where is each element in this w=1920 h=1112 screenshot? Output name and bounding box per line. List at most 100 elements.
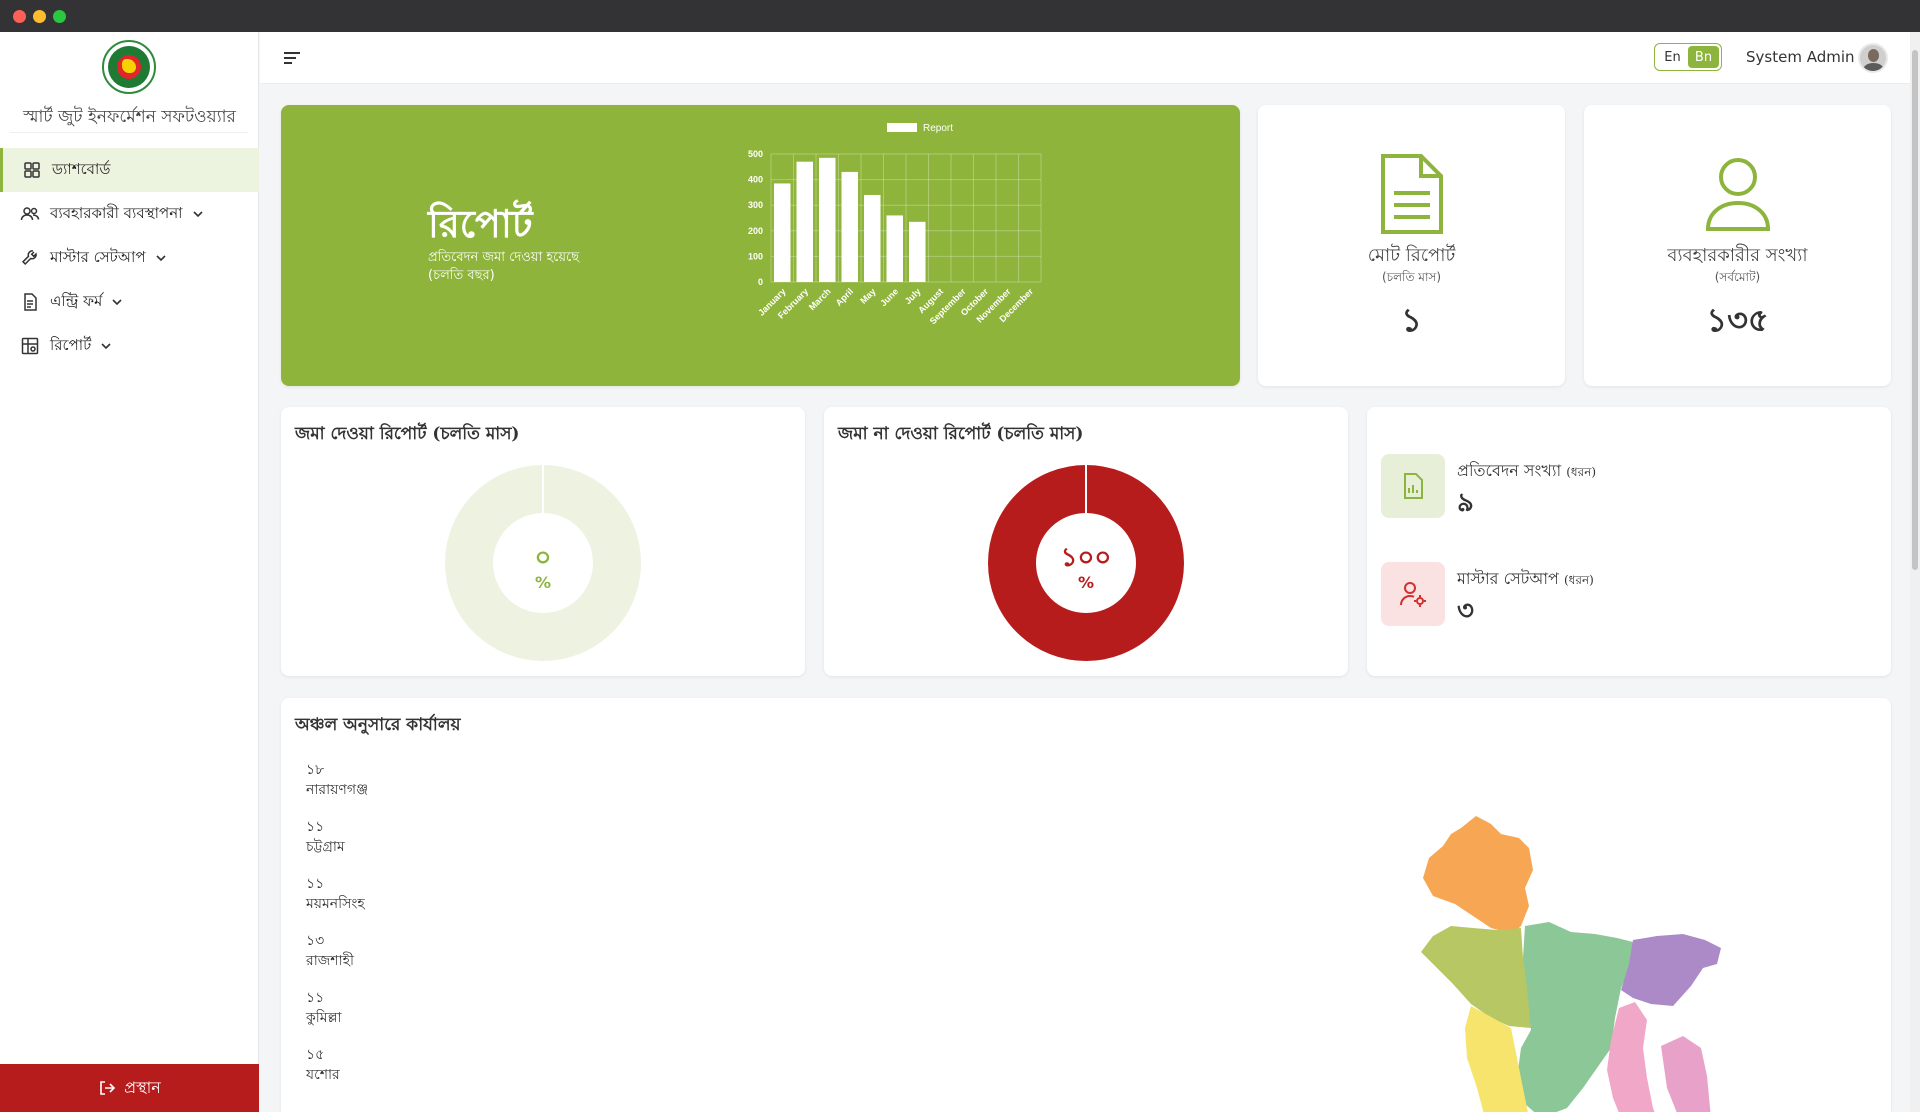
type-counts-card: প্রতিবেদন সংখ্যা (ধরন) ৯ মাস্টার সেটআপ (… — [1367, 407, 1891, 676]
logout-label: প্রস্থান — [124, 1077, 161, 1097]
wrench-icon — [21, 250, 37, 266]
avatar[interactable] — [1858, 43, 1888, 73]
sidebar-item-user-management[interactable]: ব্যবহারকারী ব্যবস্থাপনা — [0, 192, 259, 236]
donut-percent-sign: % — [1077, 573, 1095, 592]
user-name[interactable]: System Admin — [1746, 48, 1855, 66]
list-item: ১৩ রাজশাহী — [306, 931, 368, 988]
master-setup-icon-box — [1381, 562, 1445, 626]
window-titlebar — [0, 0, 1920, 32]
user-settings-icon — [1400, 582, 1426, 607]
x-tick-label: July — [903, 286, 923, 306]
app-window: স্মার্ট জুট ইনফর্মেশন সফটওয়্যার ড্যাশবো… — [0, 0, 1920, 1112]
sidebar-item-label: এন্ট্রি ফর্ম — [50, 291, 103, 310]
donut-title: জমা না দেওয়া রিপোর্ট (চলতি মাস) — [838, 424, 1084, 444]
region-count: ১৫ — [306, 1047, 325, 1063]
report-icon — [21, 337, 39, 355]
y-tick-label: 0 — [758, 277, 763, 287]
lang-bn-option[interactable]: Bn — [1688, 46, 1719, 68]
bar — [886, 215, 903, 282]
list-item: ১১ কুমিল্লা — [306, 988, 368, 1045]
stat-note: (চলতি মাস) — [1381, 270, 1442, 284]
master-setup-row: মাস্টার সেটআপ (ধরন) ৩ — [1381, 562, 1861, 628]
close-window-button[interactable] — [13, 10, 26, 23]
document-icon — [1381, 154, 1443, 234]
donut-title: জমা দেওয়া রিপোর্ট (চলতি মাস) — [295, 424, 520, 444]
sidebar-item-dashboard[interactable]: ড্যাশবোর্ড — [0, 148, 259, 192]
map-region-sylhet[interactable] — [1621, 934, 1721, 1006]
list-item: ১১ চট্টগ্রাম — [306, 817, 368, 874]
sidebar-item-label: ড্যাশবোর্ড — [52, 159, 111, 178]
sidebar-item-master-setup[interactable]: মাস্টার সেটআপ — [0, 236, 259, 280]
list-item: ১১ ময়মনসিংহ — [306, 874, 368, 931]
sidebar-item-report[interactable]: রিপোর্ট — [0, 324, 259, 368]
region-count: ১১ — [306, 876, 325, 892]
grid-icon — [24, 162, 40, 178]
region-count: ১১ — [306, 819, 325, 835]
sidebar-item-label: মাস্টার সেটআপ — [50, 247, 146, 266]
sidebar-item-entry-form[interactable]: এন্ট্রি ফর্ম — [0, 280, 259, 324]
bangladesh-division-map[interactable] — [1421, 808, 1761, 1112]
x-tick-label: April — [834, 286, 856, 308]
list-item: ১৮ নারায়ণগঞ্জ — [306, 760, 368, 817]
sidebar-item-label: রিপোর্ট — [50, 335, 92, 354]
spreadsheet-icon — [1404, 473, 1423, 499]
sidebar-item-label: ব্যবহারকারী ব্যবস্থাপনা — [50, 203, 183, 222]
stat-note: (সর্বমোট) — [1714, 270, 1761, 284]
bar — [774, 183, 791, 282]
legend-swatch — [887, 123, 917, 132]
region-list: ১৮ নারায়ণগঞ্জ ১১ চট্টগ্রাম ১১ ময়মনসিংহ… — [306, 760, 368, 1102]
app-name: স্মার্ট জুট ইনফর্মেশন সফটওয়্যার — [23, 107, 236, 127]
count-label: প্রতিবেদন সংখ্যা (ধরন) — [1457, 461, 1597, 480]
report-card-subtitle: প্রতিবেদন জমা দেওয়া হয়েছে (চলতি বছর) — [428, 250, 580, 283]
report-summary-card: রিপোর্ট প্রতিবেদন জমা দেওয়া হয়েছে (চলত… — [281, 105, 1240, 386]
chevron-down-icon — [192, 211, 203, 218]
chevron-down-icon — [101, 343, 111, 350]
x-tick-label: June — [878, 286, 900, 308]
topbar: En Bn System Admin — [260, 32, 1920, 84]
bar — [864, 194, 881, 282]
maximize-window-button[interactable] — [53, 10, 66, 23]
region-count: ১১ — [306, 990, 325, 1006]
chevron-down-icon — [112, 299, 122, 306]
logout-icon — [100, 1081, 116, 1095]
users-icon — [20, 207, 40, 221]
region-name: কুমিল্লা — [306, 1010, 342, 1026]
minimize-window-button[interactable] — [33, 10, 46, 23]
government-logo — [102, 40, 156, 94]
bar — [841, 171, 858, 282]
sidebar-nav: ড্যাশবোর্ড ব্যবহারকারী ব্যবস্থাপনা মাস্ট… — [0, 148, 259, 368]
x-tick-label: March — [807, 286, 833, 312]
page-scrollbar[interactable] — [1910, 32, 1920, 1112]
bar — [909, 221, 926, 282]
count-value: ৯ — [1457, 488, 1474, 518]
report-types-row: প্রতিবেদন সংখ্যা (ধরন) ৯ — [1381, 454, 1861, 520]
submitted-donut-chart: ০ % — [445, 465, 641, 661]
user-count-card: ব্যবহারকারীর সংখ্যা (সর্বমোট) ১৩৫ — [1584, 105, 1891, 386]
document-icon — [24, 293, 37, 311]
region-name: চট্টগ্রাম — [306, 839, 345, 855]
sidebar-divider — [10, 132, 248, 133]
region-name: যশোর — [306, 1067, 340, 1083]
map-region-rangpur[interactable] — [1423, 816, 1533, 934]
y-tick-label: 500 — [748, 149, 763, 159]
submitted-report-card: জমা দেওয়া রিপোর্ট (চলতি মাস) ০ % — [281, 407, 805, 676]
not-submitted-donut-chart: ১০০ % — [988, 465, 1184, 661]
region-name: ময়মনসিংহ — [306, 896, 365, 912]
count-value: ৩ — [1457, 596, 1474, 626]
total-report-card: মোট রিপোর্ট (চলতি মাস) ১ — [1258, 105, 1565, 386]
stat-label: মোট রিপোর্ট — [1367, 245, 1456, 266]
menu-toggle-icon[interactable] — [282, 48, 302, 68]
donut-percent-sign: % — [534, 573, 552, 592]
stat-value: ১৩৫ — [1706, 301, 1769, 339]
legend-label: Report — [923, 123, 953, 134]
lang-en-option[interactable]: En — [1657, 46, 1688, 68]
map-region-barishal[interactable] — [1661, 1036, 1711, 1112]
region-name: রাজশাহী — [306, 953, 354, 969]
logout-button[interactable]: প্রস্থান — [0, 1064, 259, 1112]
user-icon — [1705, 158, 1771, 231]
language-toggle[interactable]: En Bn — [1654, 43, 1722, 71]
y-tick-label: 400 — [748, 175, 763, 185]
chevron-down-icon — [155, 255, 166, 262]
y-tick-label: 100 — [748, 251, 763, 261]
scrollbar-thumb[interactable] — [1912, 50, 1918, 570]
